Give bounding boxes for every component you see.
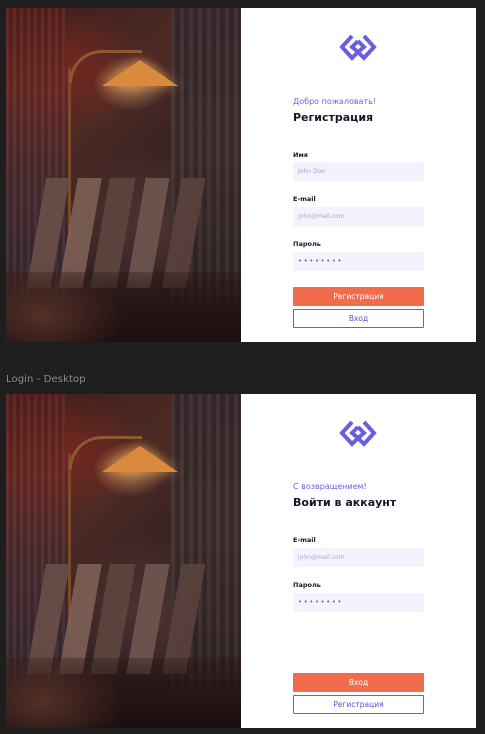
bookshop-photo [6,8,241,342]
page-title: Войти в аккаунт [293,496,397,509]
name-label: Имя [293,151,308,159]
login-button[interactable]: Вход [293,309,424,328]
greeting-text: С возвращением! [293,482,367,491]
registration-frame: Добро пожаловать! Регистрация Имя John D… [6,8,476,342]
name-field[interactable]: John Doe [293,162,424,181]
email-label: E-mail [293,195,316,203]
register-button[interactable]: Регистрация [293,287,424,306]
login-button[interactable]: Вход [293,673,424,692]
greeting-text: Добро пожаловать! [293,97,377,106]
password-field[interactable]: •••••••• [293,252,424,271]
email-field[interactable]: john@mail.com [293,207,424,226]
email-label: E-mail [293,536,316,544]
login-frame: С возвращением! Войти в аккаунт E-mail j… [6,394,476,728]
page-title: Регистрация [293,111,374,124]
register-button[interactable]: Регистрация [293,695,424,714]
frame-label: Login - Desktop [6,374,86,385]
infinity-link-icon [339,34,377,61]
infinity-link-icon [339,420,377,447]
registration-panel: Добро пожаловать! Регистрация Имя John D… [241,8,476,342]
design-canvas: Добро пожаловать! Регистрация Имя John D… [0,0,485,734]
email-field[interactable]: john@mail.com [293,548,424,567]
login-panel: С возвращением! Войти в аккаунт E-mail j… [241,394,476,728]
password-field[interactable]: •••••••• [293,593,424,612]
password-label: Пароль [293,240,321,248]
bookshop-photo [6,394,241,728]
password-label: Пароль [293,581,321,589]
